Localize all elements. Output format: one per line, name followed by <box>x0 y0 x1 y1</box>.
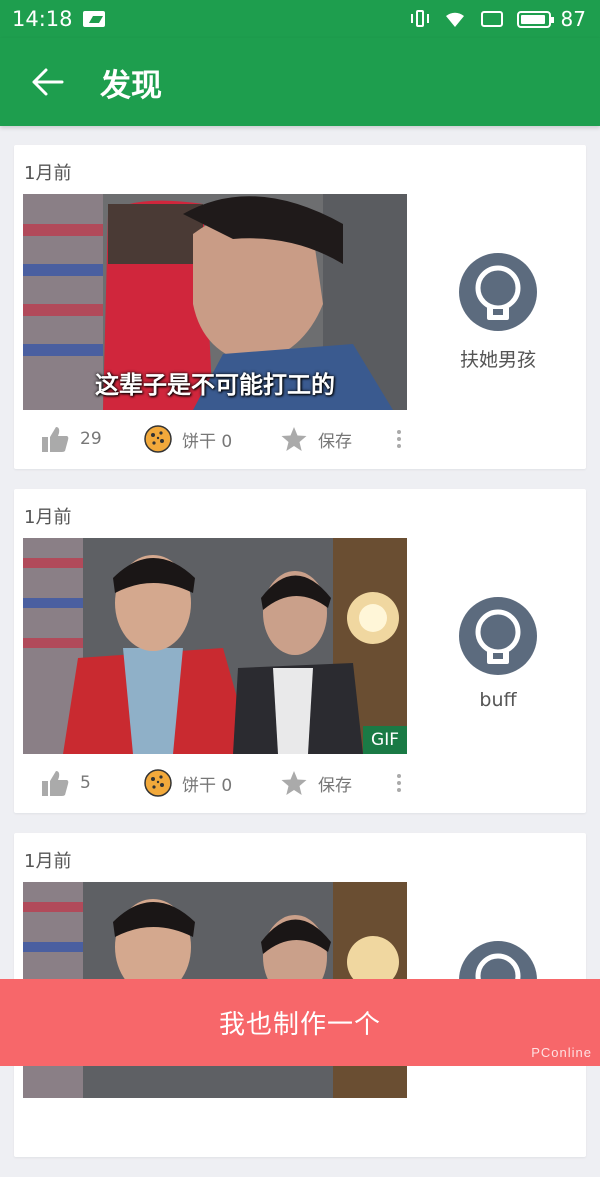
post-card: 1月前 这辈子是不可能打工的 扶她男孩 29 饼干 0 保存 <box>14 145 586 469</box>
more-vertical-icon <box>397 774 401 792</box>
battery-level: 87 <box>560 7 586 31</box>
battery-icon <box>516 10 554 28</box>
status-bar: 14:18 87 <box>0 0 600 38</box>
more-vertical-icon <box>397 430 401 448</box>
save-button[interactable]: 保存 <box>280 417 352 461</box>
page-title: 发现 <box>100 67 162 104</box>
star-icon <box>281 771 307 795</box>
post-subtitle: 这辈子是不可能打工的 <box>95 371 335 399</box>
post-image[interactable]: GIF <box>23 538 407 754</box>
author[interactable]: buff <box>434 597 562 711</box>
author[interactable]: 扶她男孩 <box>434 253 562 372</box>
make-meme-button[interactable]: 我也制作一个 PConline <box>0 979 600 1066</box>
more-button[interactable] <box>396 417 412 461</box>
post-time: 1月前 <box>24 851 72 872</box>
thumb-up-icon <box>42 771 69 796</box>
cookie-label: 饼干 0 <box>182 775 233 796</box>
like-button[interactable]: 29 <box>40 417 102 461</box>
watermark: PConline <box>531 1045 592 1060</box>
post-time: 1月前 <box>24 507 72 528</box>
avatar-icon <box>459 253 537 331</box>
author-name: buff <box>479 689 517 711</box>
save-label: 保存 <box>318 775 352 796</box>
star-icon <box>281 427 307 451</box>
post-actions: 29 饼干 0 保存 <box>14 417 586 461</box>
post-time: 1月前 <box>24 163 72 184</box>
cookie-icon <box>144 425 172 453</box>
post-card: 1月前 GIF buff 5 饼干 0 保存 <box>14 489 586 813</box>
post-image[interactable]: 这辈子是不可能打工的 <box>23 194 407 410</box>
more-button[interactable] <box>396 761 412 805</box>
author-name: 扶她男孩 <box>459 349 536 371</box>
save-label: 保存 <box>318 431 352 452</box>
save-button[interactable]: 保存 <box>280 761 352 805</box>
back-arrow-icon <box>32 68 64 96</box>
post-image-scene <box>23 538 407 754</box>
wifi-icon <box>445 12 464 27</box>
cookie-button[interactable]: 饼干 0 <box>144 761 232 805</box>
like-count: 29 <box>80 429 102 449</box>
thumb-up-icon <box>42 427 69 452</box>
notification-icon <box>82 11 105 27</box>
avatar-icon <box>459 597 537 675</box>
cookie-icon <box>144 769 172 797</box>
vibrate-icon <box>410 9 429 29</box>
app-bar: 发现 <box>0 38 600 126</box>
cookie-label: 饼干 0 <box>182 431 233 452</box>
gif-badge: GIF <box>363 726 407 754</box>
post-actions: 5 饼干 0 保存 <box>14 761 586 805</box>
status-time: 14:18 <box>12 7 73 31</box>
sim-icon <box>480 11 503 27</box>
cookie-button[interactable]: 饼干 0 <box>144 417 232 461</box>
like-button[interactable]: 5 <box>40 761 91 805</box>
back-button[interactable] <box>22 57 72 107</box>
like-count: 5 <box>80 773 91 793</box>
make-meme-label: 我也制作一个 <box>218 1010 381 1040</box>
